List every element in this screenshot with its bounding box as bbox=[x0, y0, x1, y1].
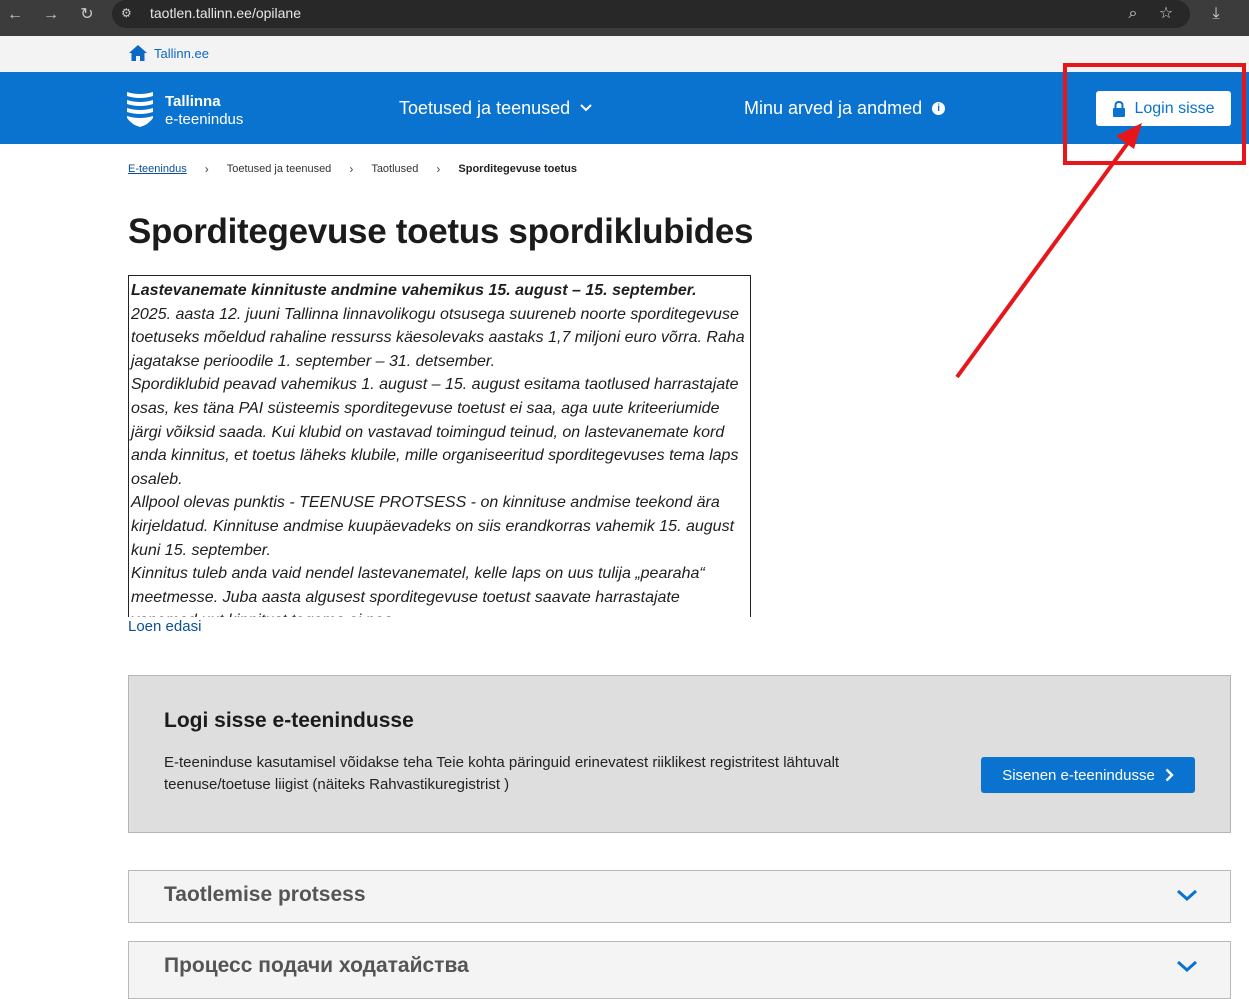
site-settings-icon[interactable]: ⚙ bbox=[121, 5, 139, 21]
tallinn-logo-icon[interactable] bbox=[126, 90, 154, 128]
notice-paragraph: Allpool olevas punktis - TEENUSE PROTSES… bbox=[131, 494, 735, 559]
annotation-highlight-box bbox=[1063, 63, 1246, 165]
download-icon[interactable]: ⤓ bbox=[1205, 3, 1227, 25]
breadcrumb-item-e-teenindus[interactable]: E-teenindus bbox=[128, 163, 187, 175]
enter-e-service-label: Sisenen e-teenindusse bbox=[1002, 766, 1155, 784]
breadcrumb-item-applications[interactable]: Taotlused bbox=[371, 163, 418, 175]
nav-services-label: Toetused ja teenused bbox=[399, 98, 571, 118]
home-icon bbox=[129, 45, 147, 61]
notice-heading: Lastevanemate kinnituste andmine vahemik… bbox=[131, 282, 697, 299]
enter-e-service-button[interactable]: Sisenen e-teenindusse bbox=[981, 757, 1195, 793]
home-link[interactable]: Tallinn.ee bbox=[128, 44, 209, 62]
accordion-title: Taotlemise protsess bbox=[164, 883, 366, 906]
notice-box: Lastevanemate kinnituste andmine vahemik… bbox=[128, 275, 751, 617]
chevron-down-icon bbox=[580, 104, 592, 112]
page-title: Sporditegevuse toetus spordiklubides bbox=[128, 212, 754, 251]
breadcrumb-item-current: Sporditegevuse toetus bbox=[458, 163, 577, 175]
nav-account[interactable]: Minu arved ja andmed i bbox=[744, 97, 946, 119]
nav-services[interactable]: Toetused ja teenused bbox=[399, 97, 592, 119]
bookmark-star-icon[interactable]: ☆ bbox=[1155, 3, 1177, 25]
login-panel-title: Logi sisse e-teenindusse bbox=[164, 709, 414, 732]
forward-icon[interactable]: → bbox=[40, 4, 62, 26]
chevron-right-icon bbox=[1165, 768, 1174, 782]
url-text[interactable]: taotlen.tallinn.ee/opilane bbox=[150, 4, 301, 22]
info-icon[interactable]: i bbox=[932, 101, 946, 115]
accordion-title: Процесс подачи ходатайства bbox=[164, 954, 469, 977]
login-panel-text: E-teeninduse kasutamisel võidakse teha T… bbox=[164, 754, 840, 793]
chevron-down-icon[interactable] bbox=[1176, 887, 1198, 903]
notice-paragraph: 2025. aasta 12. juuni Tallinna linnavoli… bbox=[131, 305, 745, 370]
notice-paragraph: Kinnitus tuleb anda vaid nendel lastevan… bbox=[131, 565, 705, 617]
logo-text[interactable]: Tallinna e-teenindus bbox=[165, 93, 243, 129]
nav-account-label: Minu arved ja andmed bbox=[744, 98, 923, 118]
logo-line-2: e-teenindus bbox=[165, 111, 244, 128]
home-link-label: Tallinn.ee bbox=[154, 45, 209, 61]
accordion-application-process-ru[interactable]: Процесс подачи ходатайства bbox=[128, 941, 1231, 999]
breadcrumb-separator-icon: › bbox=[436, 162, 441, 176]
accordion-application-process[interactable]: Taotlemise protsess bbox=[128, 870, 1231, 923]
reload-icon[interactable]: ↻ bbox=[76, 4, 98, 26]
breadcrumb-separator-icon: › bbox=[204, 162, 209, 176]
read-more-link[interactable]: Loen edasi bbox=[128, 618, 201, 635]
back-icon[interactable]: ← bbox=[4, 4, 26, 26]
browser-toolbar: ← → ↻ ⚙ taotlen.tallinn.ee/opilane ⌕ ☆ ⤓ bbox=[0, 0, 1249, 36]
breadcrumb-separator-icon: › bbox=[349, 162, 354, 176]
chevron-down-icon[interactable] bbox=[1176, 958, 1198, 974]
breadcrumb: E-teenindus › Toetused ja teenused › Tao… bbox=[128, 162, 577, 176]
logo-line-1: Tallinna bbox=[165, 93, 221, 110]
notice-paragraph: Spordiklubid peavad vahemikus 1. august … bbox=[131, 376, 739, 488]
breadcrumb-item-services[interactable]: Toetused ja teenused bbox=[227, 163, 332, 175]
zoom-icon[interactable]: ⌕ bbox=[1122, 3, 1144, 25]
